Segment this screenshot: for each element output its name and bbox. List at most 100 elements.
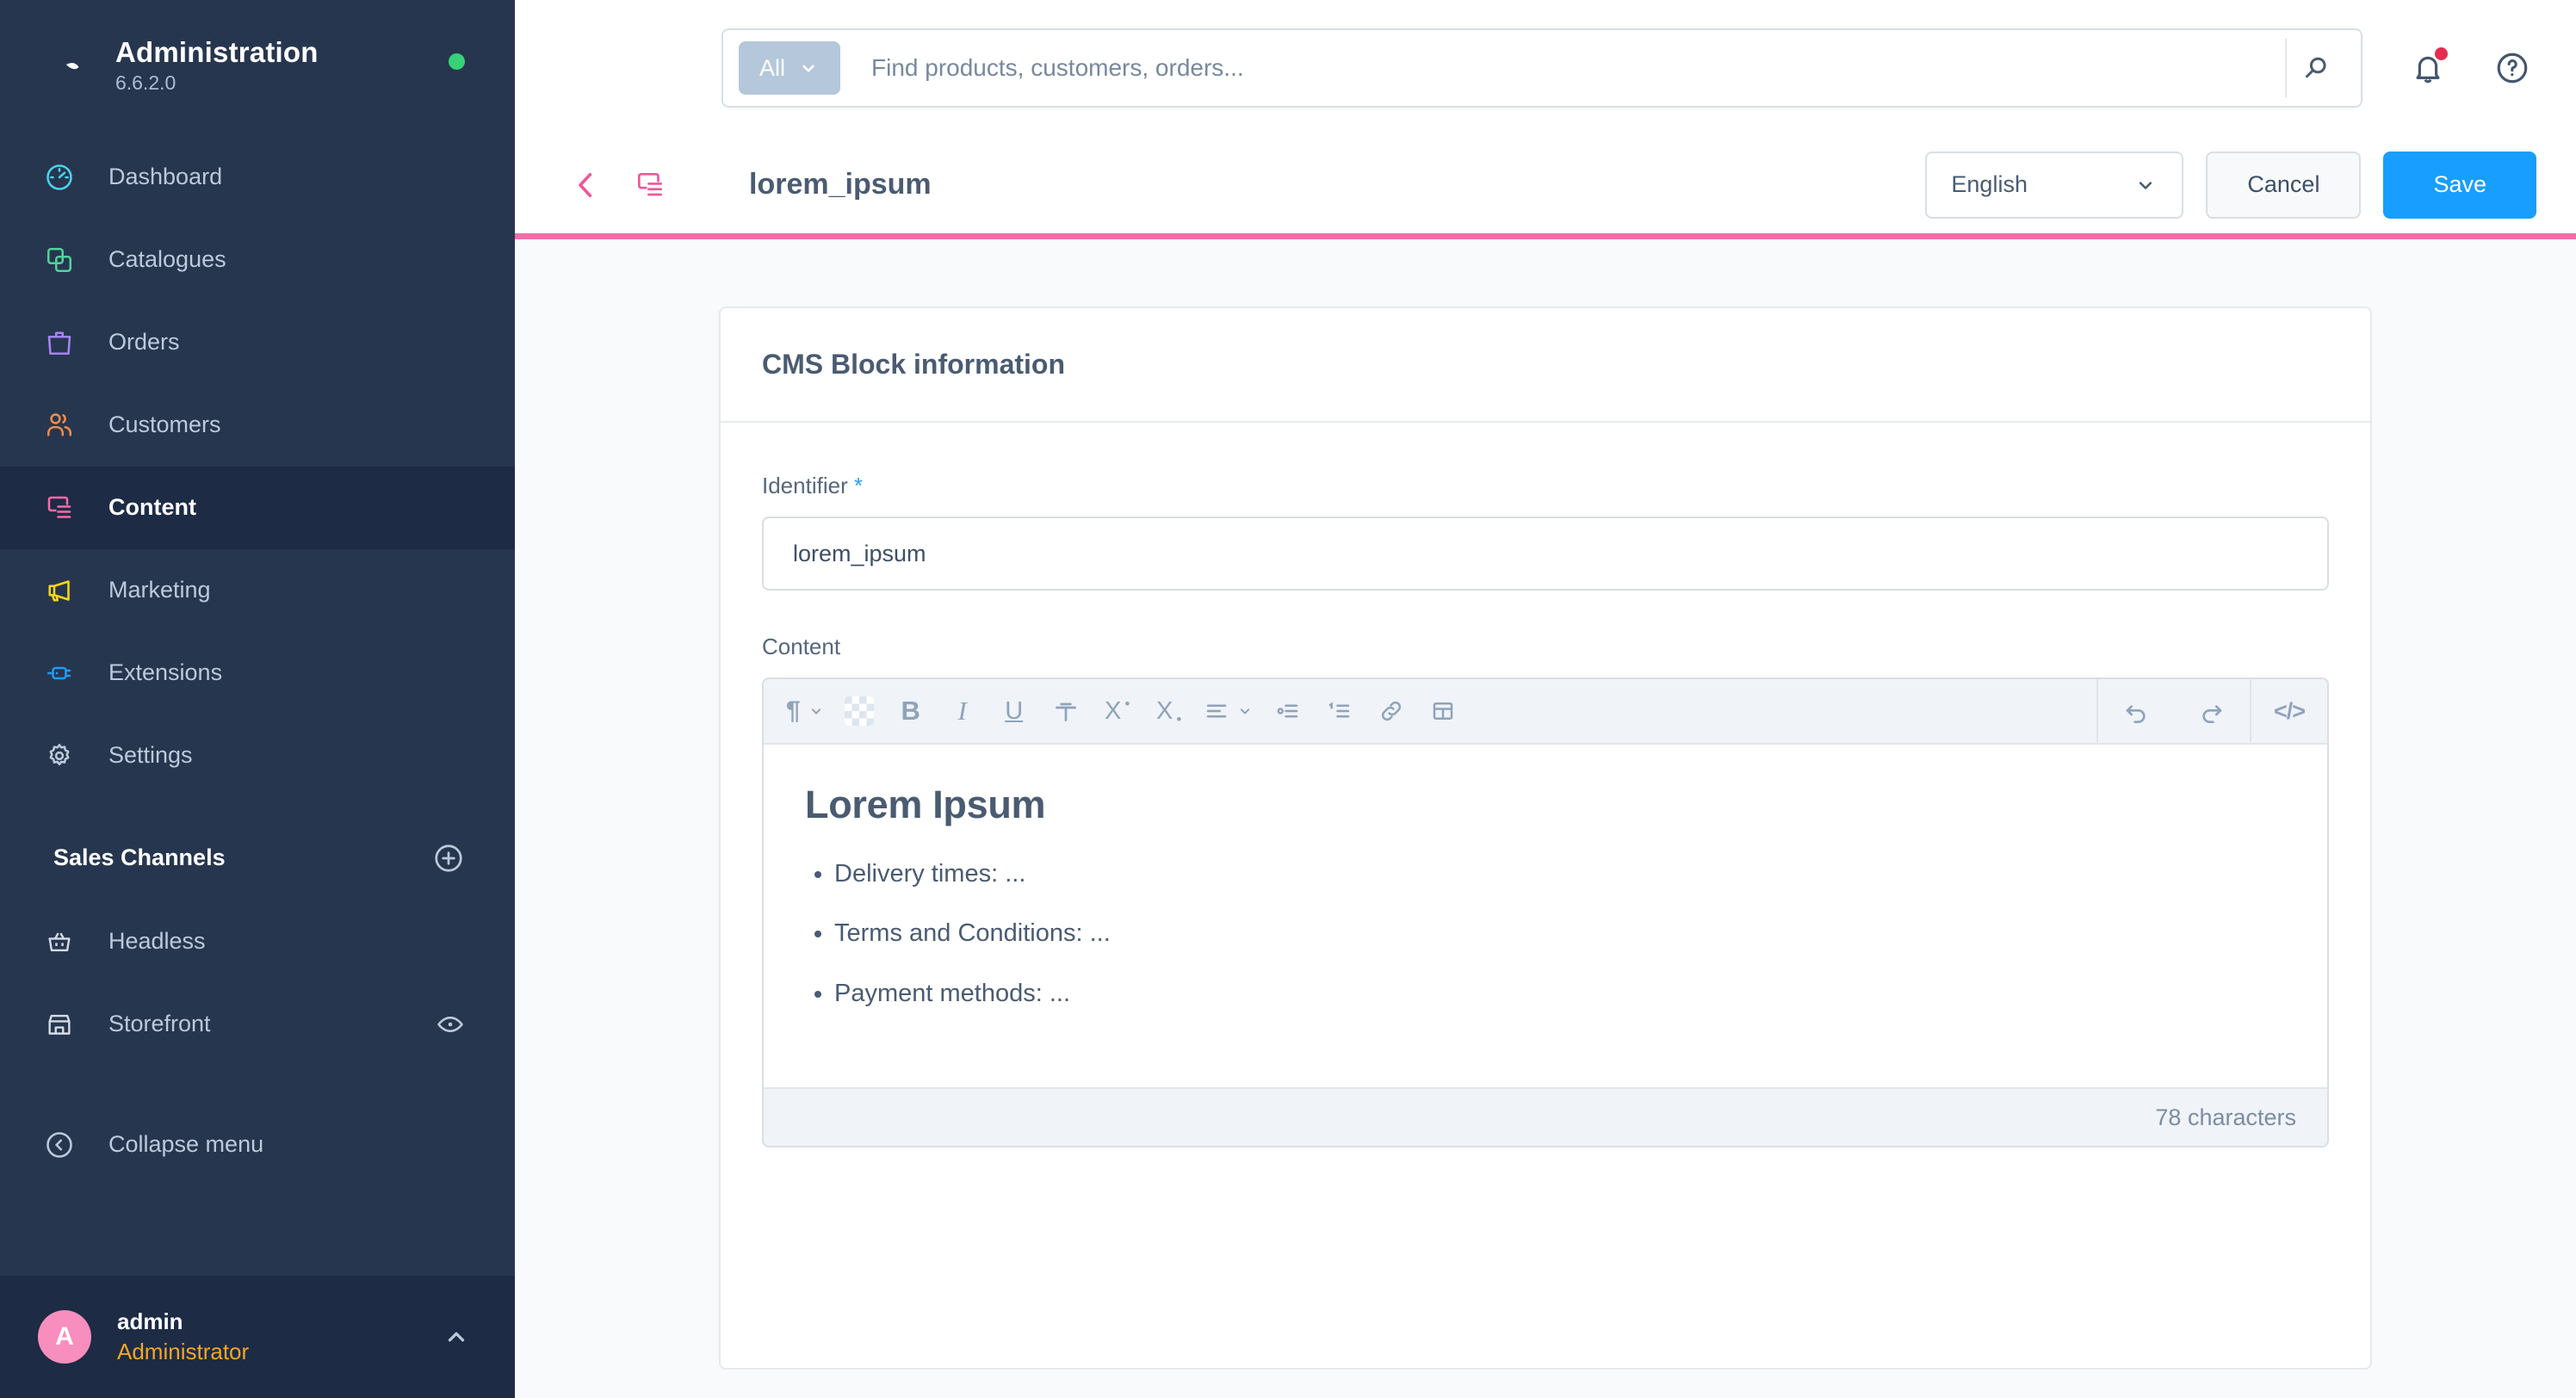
- help-circle-icon[interactable]: [2488, 44, 2536, 92]
- paragraph-format-dropdown[interactable]: ¶: [779, 687, 832, 735]
- chevron-down-icon: [811, 708, 820, 714]
- source-code-glyph: </>: [2273, 697, 2306, 724]
- avatar: A: [38, 1310, 91, 1364]
- content-label: Content: [762, 634, 841, 659]
- main-region: All Find products, customers, orders... …: [515, 0, 2576, 1398]
- numbered-list-button[interactable]: [1316, 687, 1364, 735]
- megaphone-icon: [40, 571, 79, 610]
- paragraph-glyph: ¶: [786, 696, 801, 725]
- align-dropdown[interactable]: [1197, 687, 1260, 735]
- redo-button[interactable]: [2188, 687, 2236, 735]
- character-counter: 78 characters: [764, 1087, 2327, 1146]
- card-title: CMS Block information: [721, 308, 2370, 423]
- app-root: Administration 6.6.2.0 Dashboard Catalog…: [0, 0, 2576, 1398]
- rich-text-editor: ¶ B I U X • X • </> Lorem Ipsum • Delive…: [762, 677, 2329, 1147]
- sidebar-item-customers[interactable]: Customers: [0, 384, 515, 467]
- sidebar-item-extensions[interactable]: Extensions: [0, 632, 515, 714]
- subscript-glyph: X: [1156, 696, 1173, 725]
- chevron-down-icon: [802, 65, 814, 72]
- sidebar-item-label: Settings: [108, 742, 193, 769]
- list-item: Delivery times: ...: [834, 858, 2286, 889]
- add-sales-channel-button[interactable]: [432, 842, 465, 875]
- back-button[interactable]: [568, 167, 604, 203]
- cancel-button[interactable]: Cancel: [2206, 151, 2362, 219]
- sidebar-item-dashboard[interactable]: Dashboard: [0, 136, 515, 219]
- user-role: Administrator: [117, 1339, 250, 1364]
- editor-heading: Lorem Ipsum: [805, 783, 1046, 826]
- superscript-button[interactable]: X •: [1093, 687, 1142, 735]
- brand-header: Administration 6.6.2.0: [0, 0, 515, 131]
- text-color-swatch[interactable]: [835, 687, 883, 735]
- sales-channel-headless[interactable]: Headless: [0, 900, 515, 983]
- italic-glyph: I: [957, 696, 967, 726]
- bell-icon[interactable]: [2404, 44, 2452, 92]
- list-item: Payment methods: ...: [834, 978, 2286, 1009]
- main-navigation: Dashboard Catalogues Orders Customers Co…: [0, 136, 515, 797]
- content-icon: [634, 169, 666, 201]
- color-swatch: [844, 696, 874, 726]
- bold-glyph: B: [901, 696, 920, 726]
- save-button[interactable]: Save: [2383, 151, 2536, 219]
- user-meta: admin Administrator: [117, 1307, 441, 1367]
- search-input[interactable]: [840, 54, 2285, 82]
- collapse-menu-button[interactable]: Collapse menu: [0, 1104, 515, 1186]
- page-header: lorem_ipsum English Cancel Save: [515, 136, 2576, 239]
- bulleted-list-button[interactable]: [1264, 687, 1312, 735]
- chevron-left-icon: [579, 172, 592, 197]
- superscript-glyph: X: [1105, 696, 1122, 725]
- sidebar-item-settings[interactable]: Settings: [0, 714, 515, 797]
- sidebar-item-orders[interactable]: Orders: [0, 301, 515, 384]
- gear-icon: [40, 736, 79, 776]
- bag-icon: [40, 323, 79, 362]
- top-bar: All: [515, 0, 2576, 136]
- search-icon[interactable]: [2285, 38, 2345, 98]
- toolbar-divider: [2250, 679, 2251, 744]
- insert-link-button[interactable]: [1367, 687, 1415, 735]
- sidebar-item-content[interactable]: Content: [0, 466, 515, 549]
- subscript-dot: •: [1176, 711, 1182, 727]
- editor-toolbar: ¶ B I U X • X • </>: [764, 679, 2327, 745]
- source-code-button[interactable]: </>: [2265, 687, 2313, 735]
- editor-bullet-list: Delivery times: ... Terms and Conditions…: [834, 858, 2286, 1009]
- card-body: Identifier * Content ¶: [721, 423, 2370, 1147]
- copy-icon: [40, 240, 79, 280]
- content-area: CMS Block information Identifier * Conte…: [515, 239, 2576, 1398]
- insert-table-button[interactable]: [1419, 687, 1467, 735]
- underline-button[interactable]: U: [990, 687, 1038, 735]
- chevron-left-circle-icon: [40, 1125, 79, 1165]
- sidebar-item-label: Catalogues: [108, 246, 226, 273]
- brand-version: 6.6.2.0: [115, 71, 176, 94]
- notification-badge: [2433, 46, 2449, 62]
- bold-button[interactable]: B: [887, 687, 935, 735]
- search-scope-dropdown[interactable]: All: [739, 41, 841, 95]
- sidebar-item-label: Content: [108, 494, 196, 521]
- sales-channel-storefront[interactable]: Storefront: [0, 983, 515, 1066]
- language-select[interactable]: English: [1925, 151, 2184, 219]
- status-dot: [449, 53, 465, 70]
- subscript-button[interactable]: X •: [1145, 687, 1193, 735]
- sidebar-item-label: Dashboard: [108, 164, 223, 190]
- strikethrough-button[interactable]: [1042, 687, 1090, 735]
- italic-button[interactable]: I: [938, 687, 987, 735]
- search-scope-label: All: [759, 54, 786, 81]
- chevron-up-icon[interactable]: [441, 1321, 472, 1352]
- undo-button[interactable]: [2112, 687, 2160, 735]
- shopware-logo-icon: [38, 39, 91, 92]
- editor-content[interactable]: Lorem Ipsum Delivery times: ... Terms an…: [764, 745, 2327, 1087]
- identifier-input[interactable]: [762, 517, 2329, 591]
- sidebar-item-catalogues[interactable]: Catalogues: [0, 219, 515, 301]
- basket-icon: [40, 922, 79, 962]
- content-icon: [40, 488, 79, 528]
- gauge-icon: [40, 158, 79, 197]
- editor-toolbar-left: ¶ B I U X • X •: [764, 687, 1467, 735]
- user-profile-bar[interactable]: A admin Administrator: [0, 1276, 515, 1398]
- superscript-dot: •: [1124, 696, 1130, 712]
- sidebar-item-marketing[interactable]: Marketing: [0, 549, 515, 632]
- identifier-label: Identifier *: [762, 473, 2329, 499]
- sidebar-item-label: Orders: [108, 329, 180, 356]
- eye-icon[interactable]: [436, 1010, 465, 1039]
- page-title: lorem_ipsum: [749, 168, 932, 201]
- chevron-down-icon: [1240, 708, 1249, 714]
